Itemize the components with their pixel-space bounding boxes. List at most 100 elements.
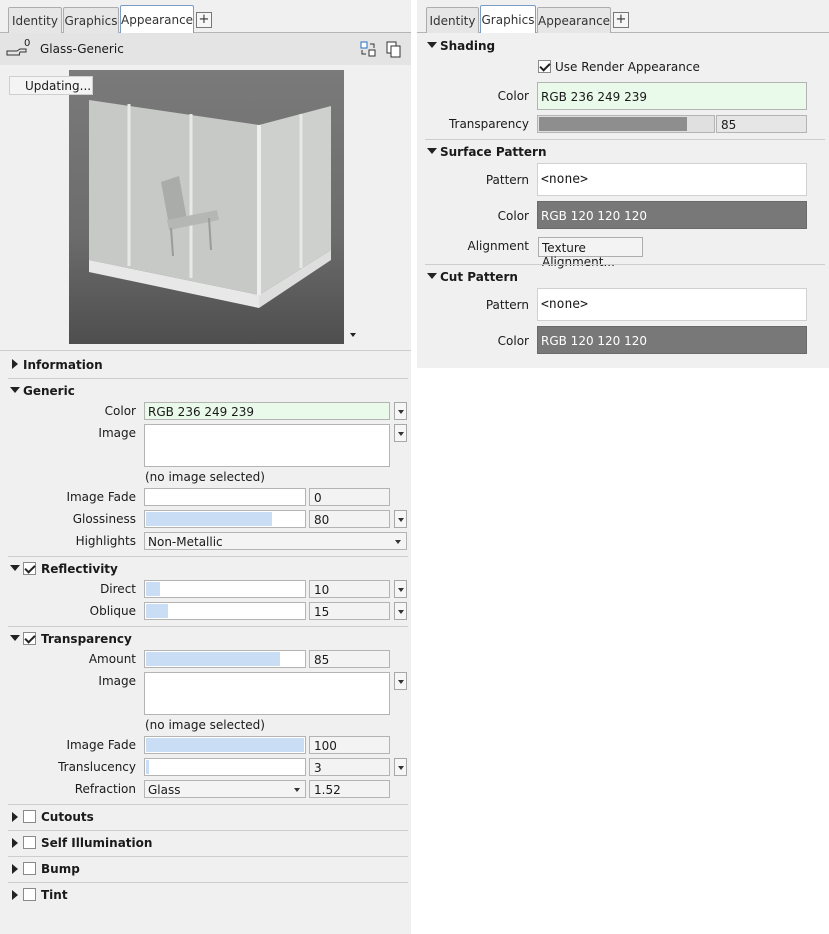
graphics-panel: Identity Graphics Appearance + Shading U… <box>417 0 829 368</box>
direct-slider[interactable] <box>144 580 306 598</box>
transparency-image-note: (no image selected) <box>145 718 265 732</box>
surface-alignment-label: Alignment <box>467 239 529 253</box>
section-self-illumination[interactable]: Self Illumination <box>41 836 152 850</box>
direct-value[interactable]: 10 <box>309 580 390 598</box>
collapse-surface-pattern-icon[interactable] <box>427 148 437 154</box>
section-cutouts[interactable]: Cutouts <box>41 810 94 824</box>
expand-bump-icon[interactable] <box>12 864 18 874</box>
transparency-image-dropdown[interactable] <box>394 672 407 690</box>
bump-checkbox[interactable] <box>23 862 36 875</box>
oblique-value[interactable]: 15 <box>309 602 390 620</box>
collapse-generic-icon[interactable] <box>10 387 20 393</box>
expand-tint-icon[interactable] <box>12 890 18 900</box>
duplicate-icon[interactable] <box>386 41 402 58</box>
direct-dropdown[interactable] <box>394 580 407 598</box>
direct-label: Direct <box>100 582 136 596</box>
refraction-value[interactable]: 1.52 <box>309 780 390 798</box>
generic-image-note: (no image selected) <box>145 470 265 484</box>
cut-pattern-label: Pattern <box>485 298 529 312</box>
material-name: Glass-Generic <box>40 42 124 56</box>
section-bump[interactable]: Bump <box>41 862 80 876</box>
expand-cutouts-icon[interactable] <box>12 812 18 822</box>
collapse-shading-icon[interactable] <box>427 42 437 48</box>
oblique-dropdown[interactable] <box>394 602 407 620</box>
use-render-appearance-label: Use Render Appearance <box>555 60 700 74</box>
left-tab-bar: Identity Graphics Appearance + <box>0 0 411 33</box>
shading-transparency-value[interactable]: 85 <box>716 115 807 133</box>
generic-image-fade-label: Image Fade <box>66 490 136 504</box>
transparency-checkbox[interactable] <box>23 632 36 645</box>
cut-pattern-color-field[interactable]: RGB 120 120 120 <box>537 326 807 354</box>
amount-label: Amount <box>88 652 136 666</box>
self-illumination-checkbox[interactable] <box>23 836 36 849</box>
right-tab-bar: Identity Graphics Appearance + <box>417 0 829 33</box>
translucency-dropdown[interactable] <box>394 758 407 776</box>
generic-color-field[interactable]: RGB 236 249 239 <box>144 402 390 420</box>
transparency-image-fade-slider[interactable] <box>144 736 306 754</box>
tab-graphics[interactable]: Graphics <box>480 5 536 33</box>
generic-image-slot[interactable] <box>144 424 390 467</box>
generic-image-label: Image <box>98 426 136 440</box>
section-generic[interactable]: Generic <box>23 384 75 398</box>
section-transparency[interactable]: Transparency <box>41 632 132 646</box>
amount-value[interactable]: 85 <box>309 650 390 668</box>
transparency-image-fade-label: Image Fade <box>66 738 136 752</box>
collapse-cut-pattern-icon[interactable] <box>427 273 437 279</box>
preview-options-icon[interactable] <box>350 333 356 337</box>
oblique-slider[interactable] <box>144 602 306 620</box>
section-tint[interactable]: Tint <box>41 888 68 902</box>
preview-render-image <box>69 70 344 344</box>
generic-color-dropdown[interactable] <box>394 402 407 420</box>
swap-assets-icon[interactable] <box>360 41 376 57</box>
tab-identity[interactable]: Identity <box>426 7 479 33</box>
glossiness-slider[interactable] <box>144 510 306 528</box>
tab-appearance[interactable]: Appearance <box>120 5 194 33</box>
section-reflectivity[interactable]: Reflectivity <box>41 562 118 576</box>
generic-color-label: Color <box>104 404 136 418</box>
refraction-select[interactable]: Glass <box>144 780 306 798</box>
refraction-label: Refraction <box>74 782 136 796</box>
translucency-label: Translucency <box>58 760 136 774</box>
expand-information-icon[interactable] <box>12 359 18 369</box>
section-shading[interactable]: Shading <box>440 39 495 53</box>
tab-identity[interactable]: Identity <box>8 7 62 33</box>
glossiness-dropdown[interactable] <box>394 510 407 528</box>
generic-image-dropdown[interactable] <box>394 424 407 442</box>
section-information[interactable]: Information <box>23 358 103 372</box>
add-tab-button[interactable]: + <box>613 12 629 28</box>
highlights-select[interactable]: Non-Metallic <box>144 532 407 550</box>
generic-image-fade-value[interactable]: 0 <box>309 488 390 506</box>
transparency-image-fade-value[interactable]: 100 <box>309 736 390 754</box>
expand-self-illumination-icon[interactable] <box>12 838 18 848</box>
shading-transparency-slider[interactable] <box>537 115 715 133</box>
reflectivity-checkbox[interactable] <box>23 562 36 575</box>
texture-alignment-button[interactable]: Texture Alignment... <box>538 237 643 269</box>
amount-slider[interactable] <box>144 650 306 668</box>
cut-pattern-field[interactable]: <none> <box>537 288 807 321</box>
generic-image-fade-slider[interactable] <box>144 488 306 506</box>
collapse-transparency-icon[interactable] <box>10 635 20 641</box>
appearance-panel: Identity Graphics Appearance + 0 Glass-G… <box>0 0 411 934</box>
material-header: 0 Glass-Generic <box>0 33 411 65</box>
cutouts-checkbox[interactable] <box>23 810 36 823</box>
glossiness-value[interactable]: 80 <box>309 510 390 528</box>
transparency-image-slot[interactable] <box>144 672 390 715</box>
tab-appearance[interactable]: Appearance <box>537 7 611 33</box>
oblique-label: Oblique <box>89 604 136 618</box>
surface-pattern-color-field[interactable]: RGB 120 120 120 <box>537 201 807 229</box>
translucency-value[interactable]: 3 <box>309 758 390 776</box>
shading-color-field[interactable]: RGB 236 249 239 <box>537 82 807 110</box>
section-cut-pattern[interactable]: Cut Pattern <box>440 270 518 284</box>
tab-graphics[interactable]: Graphics <box>63 7 119 33</box>
shading-transparency-label: Transparency <box>448 117 529 131</box>
surface-pattern-field[interactable]: <none> <box>537 163 807 196</box>
section-surface-pattern[interactable]: Surface Pattern <box>440 145 547 159</box>
collapse-reflectivity-icon[interactable] <box>10 565 20 571</box>
add-tab-button[interactable]: + <box>196 12 212 28</box>
surface-pattern-color-label: Color <box>497 209 529 223</box>
material-count: 0 <box>24 38 31 49</box>
translucency-slider[interactable] <box>144 758 306 776</box>
glossiness-label: Glossiness <box>72 512 136 526</box>
use-render-appearance-checkbox[interactable] <box>538 60 551 73</box>
tint-checkbox[interactable] <box>23 888 36 901</box>
